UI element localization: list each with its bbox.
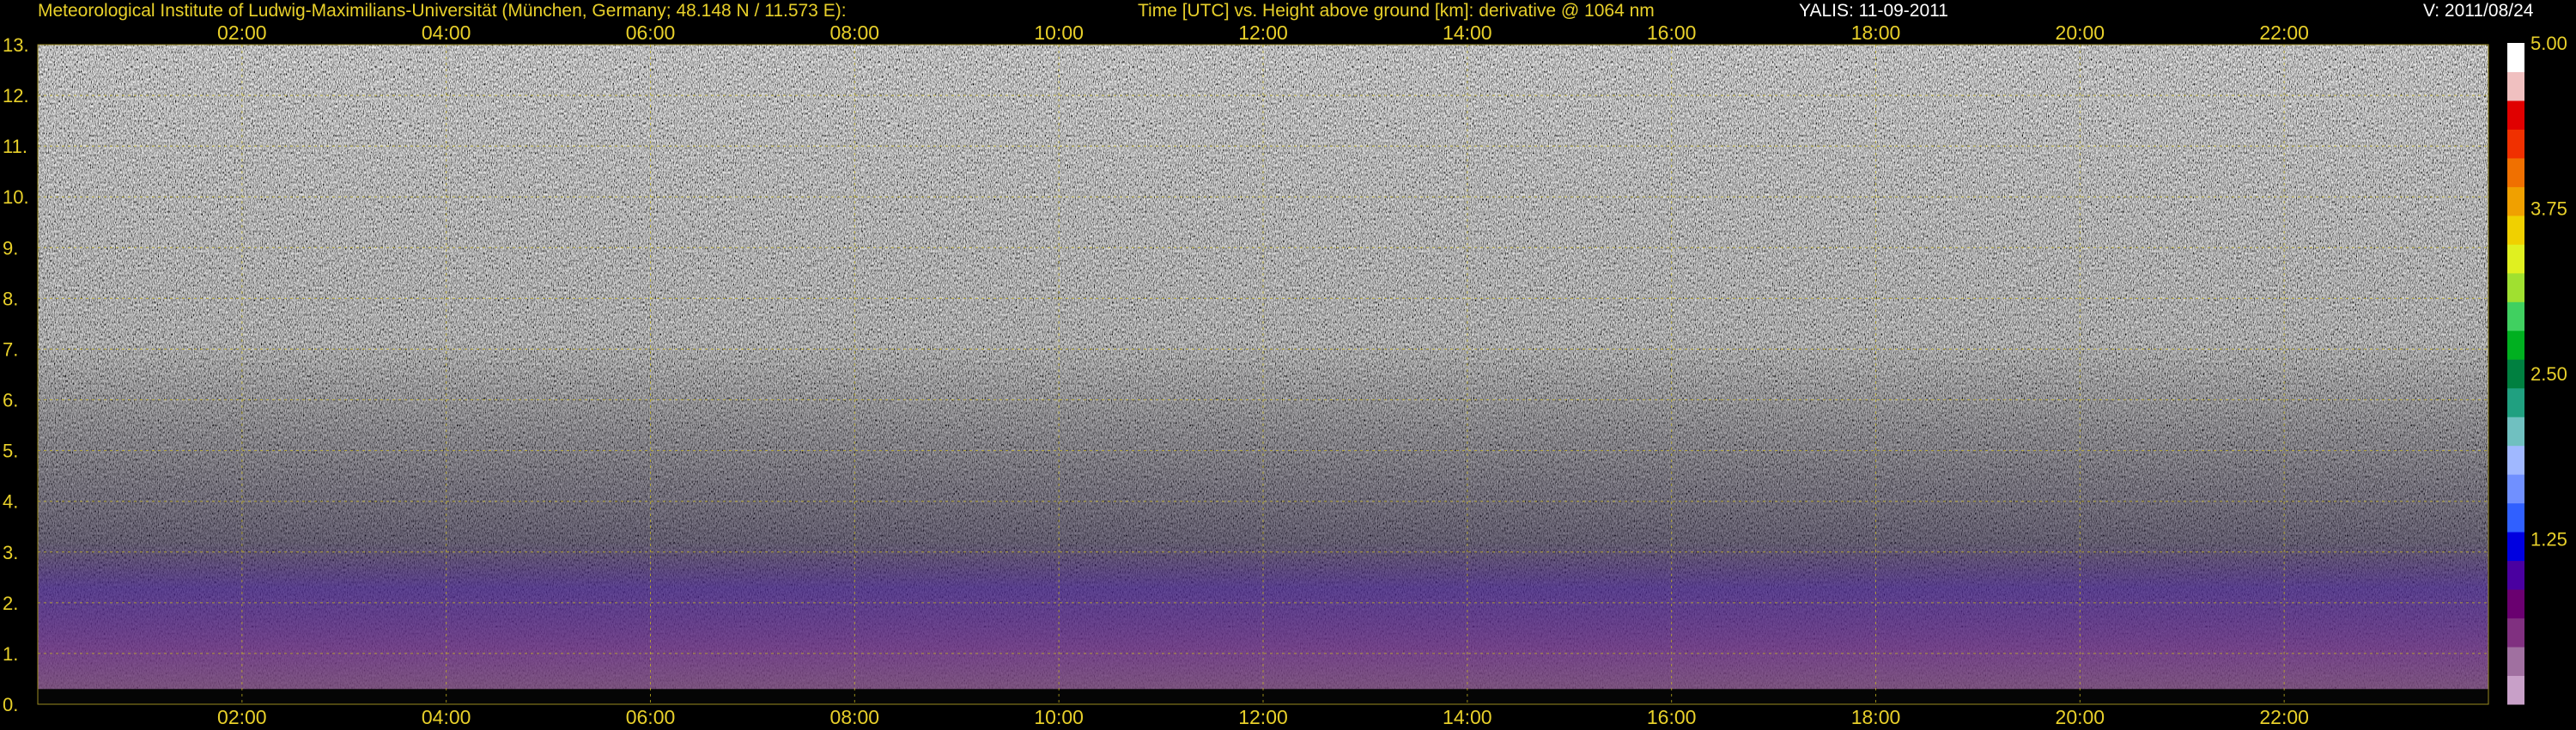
colorbar-segment: [2507, 359, 2524, 389]
x-tick-label-top: 22:00: [2259, 21, 2309, 44]
x-tick-label-top: 12:00: [1238, 21, 1288, 44]
colorbar-segment: [2507, 647, 2524, 677]
y-tick-labels: 0. 1. 2. 3. 4. 5. 6. 7. 8. 9. 10. 11. 12. 13.: [3, 34, 29, 715]
x-tick-label-bottom: 20:00: [2056, 706, 2105, 728]
colorbar-segment: [2507, 502, 2524, 532]
colorbar-segment: [2507, 589, 2524, 619]
x-tick-label-top: 06:00: [626, 21, 676, 44]
x-tick-label-top: 02:00: [217, 21, 267, 44]
y-tick-label: 3.: [3, 542, 18, 563]
x-tick-label-bottom: 16:00: [1647, 706, 1697, 728]
colorbar-segment: [2507, 215, 2524, 245]
colorbar-segment: [2507, 100, 2524, 130]
y-tick-label: 13.: [3, 34, 29, 56]
x-tick-labels-bottom: 02:00 04:00 06:00 08:00 10:00 12:00 14:00 16:00…: [217, 706, 2309, 728]
y-tick-label: 2.: [3, 593, 18, 614]
colorbar-tick-label: 2.50: [2530, 363, 2567, 385]
colorbar-segment: [2507, 532, 2524, 562]
x-tick-label-bottom: 22:00: [2259, 706, 2309, 728]
x-tick-label-bottom: 12:00: [1238, 706, 1288, 728]
y-tick-label: 11.: [3, 136, 27, 157]
colorbar-tick-label: 5.00: [2530, 33, 2567, 54]
y-tick-label: 10.: [3, 186, 29, 208]
x-tick-label-top: 18:00: [1851, 21, 1901, 44]
x-tick-label-bottom: 10:00: [1034, 706, 1084, 728]
colorbar-segment: [2507, 244, 2524, 274]
x-tick-labels-top: 02:00 04:00 06:00 08:00 10:00 12:00 14:00 16:00…: [217, 21, 2309, 44]
x-tick-label-top: 20:00: [2056, 21, 2105, 44]
x-tick-label-bottom: 18:00: [1851, 706, 1901, 728]
y-tick-label: 5.: [3, 441, 18, 462]
colorbar-segment: [2507, 71, 2524, 101]
x-tick-label-top: 16:00: [1647, 21, 1697, 44]
colorbar-segment: [2507, 417, 2524, 447]
x-tick-label-bottom: 08:00: [830, 706, 880, 728]
y-tick-label: 0.: [3, 694, 18, 715]
lidar-heatmap-chart: 02:00 04:00 06:00 08:00 10:00 12:00 14:00 16:00…: [3, 21, 2567, 728]
colorbar-segment: [2507, 157, 2524, 187]
y-tick-label: 9.: [3, 237, 18, 259]
colorbar-segment: [2507, 675, 2524, 705]
colorbar-segment: [2507, 272, 2524, 302]
colorbar-segment: [2507, 43, 2524, 72]
colorbar-segment: [2507, 445, 2524, 475]
colorbar-segment: [2507, 560, 2524, 590]
x-tick-label-top: 08:00: [830, 21, 880, 44]
colorbar-segment: [2507, 387, 2524, 417]
colorbar-segment: [2507, 617, 2524, 648]
colorbar-tick-label: 1.25: [2530, 529, 2567, 551]
y-tick-label: 8.: [3, 288, 18, 309]
x-tick-label-bottom: 04:00: [422, 706, 471, 728]
colorbar-segment: [2507, 186, 2524, 216]
x-tick-label-top: 04:00: [422, 21, 471, 44]
x-tick-label-top: 10:00: [1034, 21, 1084, 44]
colorbar-segment: [2507, 301, 2524, 332]
colorbar-segment: [2507, 474, 2524, 504]
y-tick-label: 6.: [3, 390, 18, 411]
boundary-layer-band: [38, 541, 2488, 697]
y-tick-label: 12.: [3, 85, 29, 106]
colorbar-segment: [2507, 330, 2524, 360]
x-tick-label-top: 14:00: [1443, 21, 1492, 44]
colorbar: [2507, 43, 2524, 705]
y-tick-label: 4.: [3, 491, 18, 513]
y-tick-label: 1.: [3, 643, 18, 665]
y-tick-label: 7.: [3, 338, 18, 360]
colorbar-tick-label: 3.75: [2530, 198, 2567, 220]
colorbar-tick-labels: 1.25 2.50 3.75 5.00: [2530, 33, 2567, 551]
x-tick-label-bottom: 06:00: [626, 706, 676, 728]
x-tick-label-bottom: 14:00: [1443, 706, 1492, 728]
x-tick-label-bottom: 02:00: [217, 706, 267, 728]
colorbar-segment: [2507, 129, 2524, 159]
